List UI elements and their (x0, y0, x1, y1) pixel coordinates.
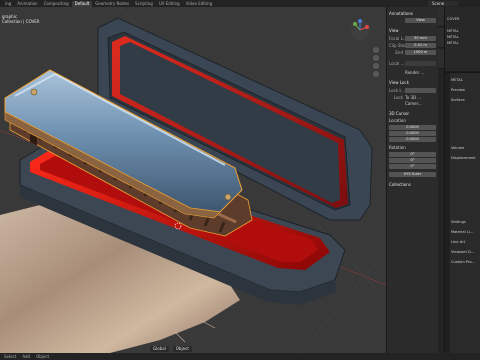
cursor-location-z[interactable]: 0.0000 (389, 136, 436, 142)
workspace-tab-layout[interactable]: ing (2, 1, 14, 7)
material-name-field[interactable]: METAL (451, 77, 480, 83)
status-select-hint: Select (4, 354, 17, 359)
focal-length-field[interactable]: 50 mm (405, 35, 436, 41)
viewport-collection-label: Collection | COVER (2, 19, 40, 24)
lock-to-object-row: Lock t... (389, 87, 436, 93)
navigation-gizmo (350, 19, 370, 40)
view-lock-header[interactable]: View Lock (389, 79, 436, 85)
collections-header[interactable]: Collections (389, 181, 436, 187)
material-lineart-panel-header[interactable]: Material Li... (451, 229, 480, 235)
workspace-tab-geometry-nodes[interactable]: Geometry Nodes (92, 1, 132, 7)
viewport-display-panel-header[interactable]: Viewport D... (451, 249, 480, 255)
outliner-item-metal[interactable]: METAL (447, 29, 480, 34)
view-header[interactable]: View (389, 27, 436, 33)
top-menu-bar: ing Animation Compositing Default Geomet… (0, 0, 480, 7)
screw (30, 88, 38, 96)
displacement-panel-header[interactable]: Displacement (451, 155, 480, 161)
annotations-header[interactable]: Annotations (389, 10, 436, 16)
workspace-tab-uv-editing[interactable]: UV Editing (156, 1, 183, 7)
annotations-row: View (389, 17, 436, 23)
workspace-tab-video-editing[interactable]: Video Editing (183, 1, 215, 7)
screw (224, 193, 232, 201)
viewport-nav-buttons (373, 47, 379, 77)
outliner-panel: COVER METAL METAL METAL (444, 7, 480, 71)
annotations-dropdown[interactable]: View (405, 17, 436, 23)
surface-panel-header[interactable]: Surface (451, 97, 480, 103)
clip-end-field[interactable]: 1000 m (405, 49, 436, 55)
rotation-mode-row: XYZ Euler (389, 171, 436, 177)
properties-tab-column[interactable] (445, 73, 450, 354)
cursor-rotation-z[interactable]: 0° (389, 163, 436, 169)
object-menu-button[interactable]: Object (172, 346, 192, 352)
rotation-mode-dropdown[interactable]: XYZ Euler (389, 171, 436, 177)
sidebar-n-panel: Annotations View View Focal L... 50 mm Cl… (386, 7, 438, 353)
outliner-item-metal[interactable]: METAL (447, 35, 480, 40)
local-camera-row[interactable]: Local ... (389, 60, 436, 66)
scene-selector[interactable]: Scene (428, 1, 458, 6)
transform-orientation-dropdown[interactable]: Global (150, 346, 169, 352)
status-bar: Select Add Object (0, 353, 480, 360)
clip-start-row: Clip Start 0.01 m (389, 42, 436, 48)
workspace-tab-compositing[interactable]: Compositing (41, 1, 72, 7)
status-add-hint: Add (22, 354, 31, 359)
volume-panel-header[interactable]: Volume (451, 145, 480, 151)
viewport-header-tools: Global Object (150, 346, 192, 352)
lock-object-field[interactable] (405, 87, 436, 93)
workspace-tab-animation[interactable]: Animation (14, 1, 40, 7)
properties-editor: METAL Preview Surface Volume Displacemen… (444, 72, 480, 354)
location-label: Location (389, 117, 406, 123)
viewport-scene (0, 7, 386, 353)
line-art-panel-header[interactable]: Line Art (451, 239, 480, 245)
settings-panel-header[interactable]: Settings (451, 219, 480, 225)
focal-length-row: Focal L... 50 mm (389, 35, 436, 41)
outliner-item-cover[interactable]: COVER (447, 17, 480, 22)
3d-viewport[interactable]: graphic Collection | COVER (0, 7, 386, 353)
outliner-item-metal[interactable]: METAL (447, 41, 480, 46)
lock-camera-row[interactable]: Camer... (389, 100, 436, 106)
3d-cursor-header[interactable]: 3D Cursor (389, 110, 436, 116)
preview-panel-header[interactable]: Preview (451, 87, 480, 93)
custom-properties-panel-header[interactable]: Custom Pro... (451, 259, 480, 265)
clip-start-field[interactable]: 0.01 m (405, 42, 436, 48)
rotation-label: Rotation (389, 144, 406, 150)
clip-end-row: End 1000 m (389, 49, 436, 55)
workspace-tab-default[interactable]: Default (71, 0, 93, 7)
status-object-hint: Object (36, 354, 50, 359)
render-region-row[interactable]: Render ... (389, 69, 436, 75)
workspace-tab-scripting[interactable]: Scripting (132, 1, 156, 7)
